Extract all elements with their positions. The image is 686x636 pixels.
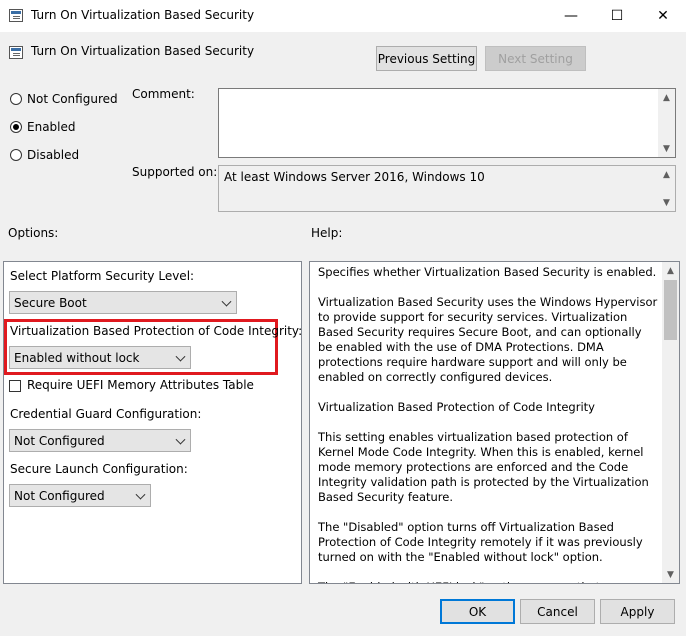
- radio-circle[interactable]: [10, 121, 22, 133]
- ok-button[interactable]: OK: [440, 599, 515, 624]
- radio-label: Disabled: [27, 148, 80, 162]
- options-panel: Select Platform Security Level: Secure B…: [3, 261, 302, 584]
- maximize-button[interactable]: ☐: [594, 0, 640, 32]
- help-label: Help:: [311, 226, 343, 240]
- scroll-up-icon[interactable]: ▲: [658, 89, 675, 106]
- next-setting-button[interactable]: Next Setting: [485, 46, 586, 71]
- radio-circle[interactable]: [10, 93, 22, 105]
- platform-level-label: Select Platform Security Level:: [10, 269, 195, 283]
- secure-launch-label: Secure Launch Configuration:: [10, 462, 188, 476]
- supported-on-label: Supported on:: [132, 165, 218, 179]
- window-title: Turn On Virtualization Based Security: [31, 8, 255, 22]
- close-button[interactable]: ✕: [640, 0, 686, 32]
- help-scrollbar[interactable]: ▲ ▼: [662, 262, 679, 583]
- cancel-button[interactable]: Cancel: [520, 599, 595, 624]
- platform-level-dropdown[interactable]: Secure Boot: [9, 291, 237, 314]
- supported-on-value: At least Windows Server 2016, Windows 10: [224, 170, 485, 184]
- scroll-up-icon[interactable]: ▲: [658, 166, 675, 183]
- policy-title: Turn On Virtualization Based Security: [31, 44, 255, 58]
- code-integrity-dropdown[interactable]: Enabled without lock: [9, 346, 191, 369]
- comment-field[interactable]: ▲ ▼: [218, 88, 676, 158]
- secure-launch-dropdown[interactable]: Not Configured: [9, 484, 151, 507]
- uefi-table-label: Require UEFI Memory Attributes Table: [27, 378, 254, 392]
- comment-label: Comment:: [132, 87, 195, 101]
- credential-guard-value: Not Configured: [14, 433, 105, 448]
- comment-scrollbar[interactable]: ▲ ▼: [658, 89, 675, 157]
- scroll-up-icon[interactable]: ▲: [662, 262, 679, 279]
- radio-label: Not Configured: [27, 92, 118, 106]
- previous-setting-button[interactable]: Previous Setting: [376, 46, 477, 71]
- chevron-down-icon: [175, 351, 186, 362]
- minimize-button[interactable]: —: [548, 0, 594, 32]
- policy-icon: [9, 9, 23, 22]
- supported-on-scrollbar[interactable]: ▲ ▼: [658, 166, 675, 211]
- uefi-table-checkbox[interactable]: [9, 380, 21, 392]
- credential-guard-label: Credential Guard Configuration:: [10, 407, 202, 421]
- help-panel: Specifies whether Virtualization Based S…: [309, 261, 680, 584]
- scroll-down-icon[interactable]: ▼: [658, 140, 675, 157]
- supported-on-field: At least Windows Server 2016, Windows 10…: [218, 165, 676, 212]
- scroll-down-icon[interactable]: ▼: [658, 194, 675, 211]
- policy-icon: [9, 46, 23, 59]
- title-bar: Turn On Virtualization Based Security — …: [0, 0, 686, 33]
- chevron-down-icon: [175, 434, 186, 445]
- scroll-down-icon[interactable]: ▼: [662, 566, 679, 583]
- code-integrity-value: Enabled without lock: [14, 350, 140, 365]
- scroll-thumb[interactable]: [664, 280, 677, 340]
- chevron-down-icon: [135, 489, 146, 500]
- options-label: Options:: [8, 226, 59, 240]
- apply-button[interactable]: Apply: [600, 599, 675, 624]
- credential-guard-dropdown[interactable]: Not Configured: [9, 429, 191, 452]
- chevron-down-icon: [221, 296, 232, 307]
- code-integrity-label: Virtualization Based Protection of Code …: [10, 324, 303, 338]
- radio-label: Enabled: [27, 120, 76, 134]
- help-text: Specifies whether Virtualization Based S…: [318, 265, 658, 583]
- secure-launch-value: Not Configured: [14, 488, 105, 503]
- platform-level-value: Secure Boot: [14, 295, 87, 310]
- radio-circle[interactable]: [10, 149, 22, 161]
